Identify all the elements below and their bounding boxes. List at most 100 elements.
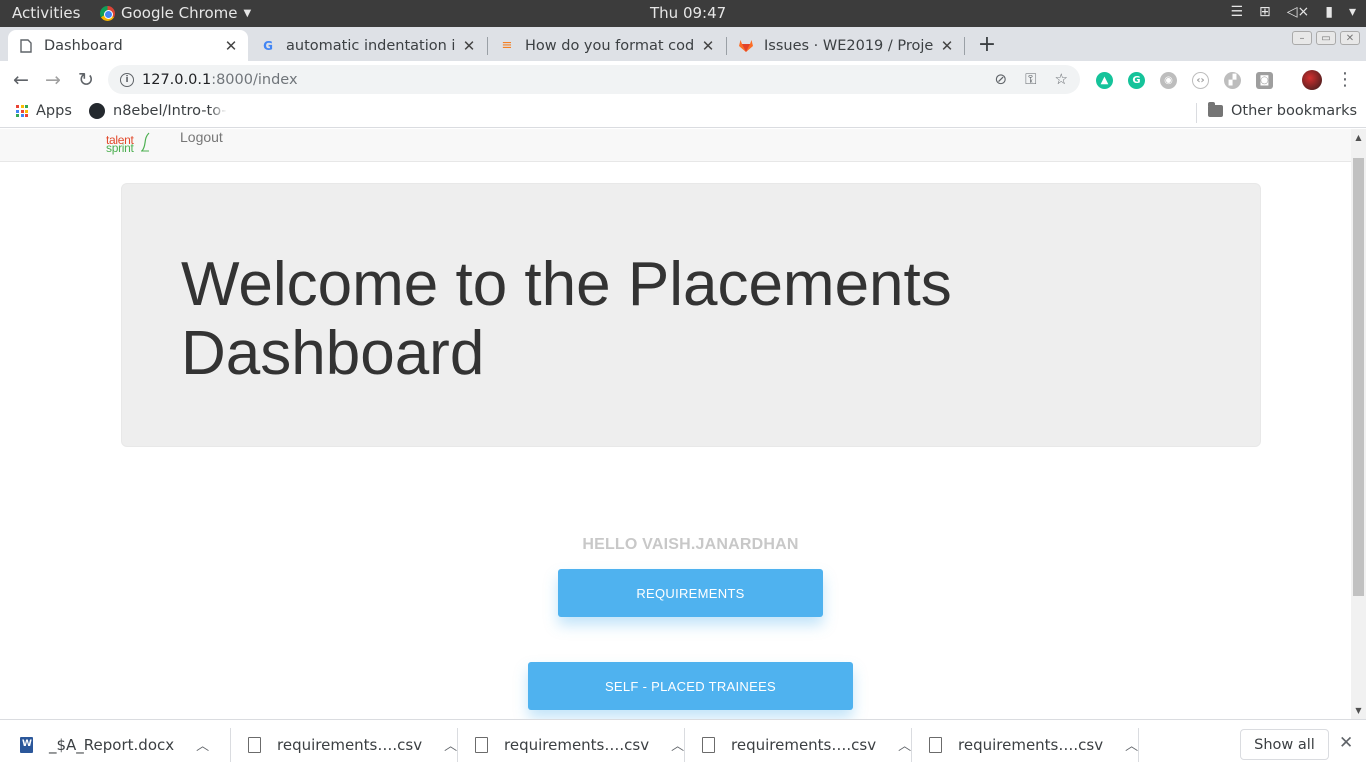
page-icon (18, 38, 34, 54)
clock[interactable]: Thu 09:47 (650, 4, 726, 22)
bookmark-star-icon[interactable]: ☆ (1055, 70, 1068, 88)
download-filename: requirements….csv (958, 735, 1104, 754)
extension-green-icon[interactable]: ▲ (1096, 72, 1113, 89)
tab-separator (487, 37, 488, 55)
chart-extension-icon[interactable]: ▞ (1224, 72, 1241, 89)
bookmarks-bar: Apps n8ebel/Intro-to- Other bookmarks (0, 98, 1366, 128)
close-icon[interactable]: ✕ (462, 37, 476, 55)
requirements-button[interactable]: REQUIREMENTS (558, 569, 823, 617)
download-item[interactable]: requirements….csv ︿ (702, 720, 911, 769)
app-menu[interactable]: Google Chrome ▼ (100, 4, 251, 22)
page-title: Welcome to the Placements Dashboard (181, 250, 952, 388)
url-path: :8000/index (211, 71, 298, 88)
tab-automatic-indentation[interactable]: G automatic indentation in ✕ (250, 30, 486, 61)
close-icon[interactable]: ✕ (701, 37, 715, 55)
tab-issues-gitlab[interactable]: Issues · WE2019 / Projects ✕ (728, 30, 964, 61)
logo-swoosh-icon (141, 132, 150, 152)
omnibox-actions: ⊘ ⚿ ☆ (995, 70, 1068, 88)
logout-link[interactable]: Logout (180, 129, 223, 145)
forward-icon[interactable]: → (42, 69, 64, 91)
volume-muted-icon[interactable]: ◁× (1287, 4, 1310, 20)
browser-toolbar: ← → ↻ i 127.0.0.1:8000/index ⊘ ⚿ ☆ ▲ G ◉… (0, 61, 1366, 98)
bookmark-apps[interactable]: Apps (16, 103, 72, 119)
welcome-jumbotron: Welcome to the Placements Dashboard (121, 183, 1261, 447)
chevron-up-icon[interactable]: ︿ (1125, 735, 1138, 754)
download-item[interactable]: requirements….csv ︿ (475, 720, 684, 769)
power-menu-icon[interactable]: ▾ (1349, 4, 1356, 20)
download-item[interactable]: requirements….csv ︿ (929, 720, 1138, 769)
maximize-icon[interactable]: ▭ (1316, 31, 1336, 45)
network-icon[interactable]: ⊞ (1259, 4, 1271, 20)
file-icon (248, 736, 261, 753)
folder-icon (1208, 102, 1223, 117)
tab-dashboard[interactable]: Dashboard ✕ (8, 30, 248, 61)
profile-avatar[interactable] (1302, 70, 1322, 90)
minimize-icon[interactable]: – (1292, 31, 1312, 45)
info-icon[interactable]: i (120, 72, 134, 87)
self-placed-trainees-button[interactable]: SELF - PLACED TRAINEES (528, 662, 853, 710)
window-controls: – ▭ ✕ (1292, 31, 1360, 45)
bookmarks-divider (1196, 103, 1197, 123)
activities-button[interactable]: Activities (12, 4, 80, 22)
tab-strip: Dashboard ✕ G automatic indentation in ✕… (0, 27, 1366, 61)
cookie-blocked-icon[interactable]: ⊘ (995, 70, 1008, 88)
file-icon (702, 736, 715, 753)
show-all-button[interactable]: Show all (1240, 729, 1329, 760)
keyboard-icon[interactable]: ☰ (1230, 4, 1243, 20)
close-icon[interactable]: ✕ (1339, 733, 1353, 753)
download-separator (911, 728, 912, 762)
new-tab-button[interactable]: + (977, 32, 997, 57)
download-item[interactable]: _$A_Report.docx ︿ (20, 720, 209, 769)
site-navbar: talent sprint Logout (0, 129, 1351, 162)
scroll-up-icon[interactable]: ▲ (1354, 133, 1363, 142)
grammarly-icon[interactable]: G (1128, 72, 1145, 89)
chrome-icon (100, 5, 115, 21)
page-scrollbar[interactable]: ▲ ▼ (1351, 129, 1366, 719)
android-extension-icon[interactable]: ◉ (1160, 72, 1177, 89)
stackoverflow-icon: ≡ (501, 38, 513, 53)
chevron-up-icon[interactable]: ︿ (671, 735, 684, 754)
bookmark-other[interactable]: Other bookmarks (1208, 102, 1358, 119)
download-separator (684, 728, 685, 762)
tab-title: Issues · WE2019 / Projects (764, 37, 934, 54)
caret-down-icon: ▼ (243, 7, 252, 19)
close-icon[interactable]: ✕ (224, 37, 238, 55)
file-icon (475, 736, 488, 753)
chevron-up-icon[interactable]: ︿ (444, 735, 457, 754)
bookmark-apps-label: Apps (36, 103, 72, 119)
download-separator (457, 728, 458, 762)
logo-text-sprint: sprint (106, 141, 134, 155)
chevron-up-icon[interactable]: ︿ (196, 735, 209, 754)
downloads-shelf: _$A_Report.docx ︿ requirements….csv ︿ re… (0, 719, 1366, 768)
apps-grid-icon (16, 105, 28, 117)
download-item[interactable]: requirements….csv ︿ (248, 720, 457, 769)
bookmark-other-label: Other bookmarks (1231, 103, 1358, 119)
google-icon: G (263, 38, 273, 53)
page-viewport: talent sprint Logout Welcome to the Plac… (0, 129, 1351, 719)
back-icon[interactable]: ← (10, 69, 32, 91)
scroll-down-icon[interactable]: ▼ (1354, 706, 1363, 715)
chevron-up-icon[interactable]: ︿ (898, 735, 911, 754)
word-document-icon (20, 736, 33, 753)
reload-icon[interactable]: ↻ (75, 69, 97, 91)
tab-separator (964, 37, 965, 55)
more-menu-icon[interactable]: ⋮ (1334, 69, 1356, 90)
scrollbar-thumb[interactable] (1353, 158, 1364, 596)
close-window-icon[interactable]: ✕ (1340, 31, 1360, 45)
key-icon[interactable]: ⚿ (1025, 70, 1036, 88)
download-separator (1138, 728, 1139, 762)
camera-icon[interactable]: ◙ (1256, 72, 1273, 89)
tab-title: Dashboard (44, 37, 123, 54)
download-filename: _$A_Report.docx (49, 735, 175, 754)
code-extension-icon[interactable]: ‹› (1192, 72, 1209, 89)
bookmark-n8ebel-label: n8ebel/Intro-to- (113, 103, 227, 119)
talentsprint-logo[interactable]: talent sprint (106, 131, 151, 155)
battery-icon[interactable]: ▮ (1325, 4, 1333, 20)
address-bar[interactable]: i 127.0.0.1:8000/index ⊘ ⚿ ☆ (108, 65, 1080, 94)
close-icon[interactable]: ✕ (940, 37, 954, 55)
tab-how-do-you-format[interactable]: ≡ How do you format code ✕ (489, 30, 725, 61)
download-filename: requirements….csv (277, 735, 423, 754)
download-filename: requirements….csv (731, 735, 877, 754)
bookmark-n8ebel[interactable]: n8ebel/Intro-to- (89, 103, 227, 119)
gitlab-icon (738, 38, 754, 54)
